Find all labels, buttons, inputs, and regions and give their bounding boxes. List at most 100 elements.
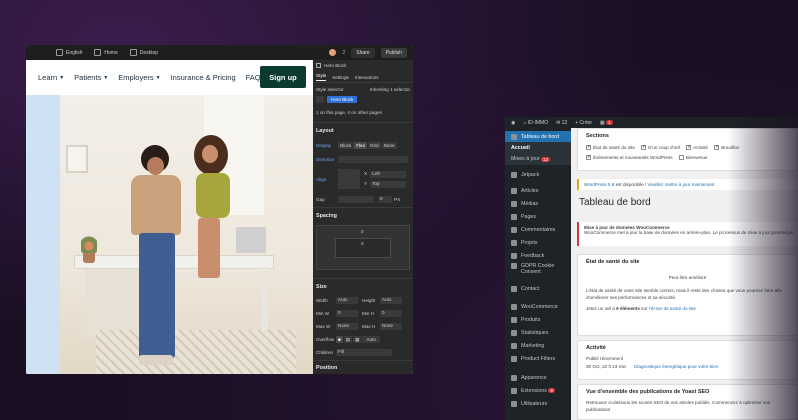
spacing-box-model[interactable]: 0 0 [316,225,410,270]
menu-stats[interactable]: Statistiques [505,327,571,338]
menu-articles[interactable]: Articles [505,185,571,196]
align-x-select[interactable]: Left [370,170,407,178]
breakpoint-selector[interactable]: Desktop [129,49,159,56]
site-canvas: Learn ▼ Patients ▼ Employers ▼ Insurance & … [26,60,313,374]
display-grid[interactable]: Grid [367,142,381,149]
align-y-select[interactable]: Top [370,180,407,188]
notifications-link[interactable]: ▦ 1 [600,119,613,126]
width-input[interactable]: Auto [336,297,358,304]
checkbox-welcome[interactable]: Bienvenue [678,155,708,160]
gap-unit[interactable]: PX [394,197,400,202]
menu-comments[interactable]: Commentaires [505,224,571,235]
display-flex[interactable]: Flex [354,142,367,149]
breakpoint-label: Desktop [139,49,159,56]
edge-fade [728,117,798,420]
comments-link[interactable]: ✉ 12 [556,120,567,126]
wp-version-link[interactable]: WordPress 5.8 [584,182,614,187]
tab-settings[interactable]: Settings [332,75,349,80]
checkbox-events-news[interactable]: Évènements et nouveautés WordPress [586,154,673,160]
menu-dashboard[interactable]: Tableau de bord [505,131,571,142]
tab-style[interactable]: Style [316,73,327,81]
style-selector-label: Style selector [316,87,344,92]
menu-contact[interactable]: Contact [505,283,571,294]
menu-extensions[interactable]: Extensions 8 [505,385,571,396]
block-icon [316,63,321,68]
padding-top-value[interactable]: 0 [361,241,364,246]
selector-chip[interactable]: Hero Block [327,96,358,103]
max-height-input[interactable]: None [380,323,402,330]
menu-label: Contact [521,285,540,292]
signup-button[interactable]: Sign up [260,66,306,88]
menu-media[interactable]: Médias [505,198,571,209]
menu-product-filters[interactable]: Product Filters [505,353,571,364]
menu-products[interactable]: Produits [505,314,571,325]
overflow-scroll[interactable]: ▦ [353,336,362,343]
recent-post-link[interactable]: Diagnostique énergétique pour votre bien [634,364,718,369]
wordpress-logo-icon[interactable]: ◉ [511,120,515,126]
layout-heading: Layout [316,128,334,134]
update-now-link[interactable]: Veuillez mettre à jour maintenant [648,182,715,187]
margin-top-value[interactable]: 0 [361,229,364,234]
new-content-button[interactable]: + Créer [575,120,592,126]
page-selector[interactable]: Home [94,49,118,56]
checkbox-activity[interactable]: Activité [686,144,708,150]
min-width-input[interactable]: 0 [336,310,358,317]
nav-insurance-pricing[interactable]: Insurance & Pricing [171,73,236,82]
checkbox-label: État de santé du site [593,145,635,150]
nav-label: Patients [74,73,102,82]
checkbox-label: Activité [693,145,708,150]
gap-input[interactable]: 0 [378,196,392,203]
selector-icon [316,96,324,103]
overflow-hidden[interactable]: ▤ [343,336,353,343]
menu-label: WooCommerce [521,303,558,310]
menu-feedback[interactable]: Feedback [505,250,571,261]
min-height-input[interactable]: 0 [380,310,402,317]
checkbox-site-health[interactable]: État de santé du site [586,144,635,150]
site-name-link[interactable]: ⌂ ID-IMMO [523,120,548,126]
products-icon [511,316,517,323]
submenu-updates[interactable]: Mises à jour 12 [505,153,571,165]
menu-marketing[interactable]: Marketing [505,340,571,351]
checkbox-label: D'un coup d'œil [648,145,680,150]
publish-button[interactable]: Publish [380,47,407,58]
size-heading: Size [316,284,327,290]
collaborator-avatar[interactable] [329,49,337,56]
share-button[interactable]: Share [351,47,375,58]
max-width-input[interactable]: None [336,323,358,330]
comment-icon [511,226,517,233]
site-health-screen-link[interactable]: l'écran de santé du site [649,306,696,311]
menu-appearance[interactable]: Apparence [505,372,571,383]
nav-patients[interactable]: Patients ▼ [74,73,108,82]
hero-side-panel [26,95,60,374]
checkbox-at-a-glance[interactable]: D'un coup d'œil [641,144,680,150]
menu-projects[interactable]: Projets [505,237,571,248]
direction-control[interactable] [338,156,408,163]
site-health-items-count: 9 éléments [616,306,640,311]
menu-gdpr[interactable]: GDPR Cookie Consent [505,263,571,281]
menu-pages[interactable]: Pages [505,211,571,222]
element-header: Hero Block [316,63,346,68]
nav-learn[interactable]: Learn ▼ [38,73,64,82]
tab-interactions[interactable]: Interactions [355,75,379,80]
overflow-auto[interactable]: Auto [362,336,380,343]
display-label: Display [316,143,332,148]
media-icon [511,200,517,207]
menu-label: Feedback [521,252,545,259]
height-input[interactable]: Auto [380,297,402,304]
usage-note: 1 on this page, 4 on other pages [316,110,382,115]
align-grid[interactable] [338,169,360,189]
display-block[interactable]: Block [338,142,354,149]
menu-label: Pages [521,213,537,220]
gap-slider[interactable] [338,196,374,203]
submenu-home[interactable]: Accueil [505,142,571,153]
menu-woocommerce[interactable]: WooCommerce [505,301,571,312]
children-select[interactable]: Fill [336,349,392,356]
menu-label: GDPR Cookie Consent [521,263,555,275]
language-selector[interactable]: English [56,49,82,56]
overflow-visible[interactable]: ■ [336,336,343,343]
nav-employers[interactable]: Employers ▼ [118,73,160,82]
display-none[interactable]: None [381,142,397,149]
menu-users[interactable]: Utilisateurs [505,398,571,409]
nav-label: Learn [38,73,58,82]
menu-jetpack[interactable]: Jetpack [505,169,571,180]
